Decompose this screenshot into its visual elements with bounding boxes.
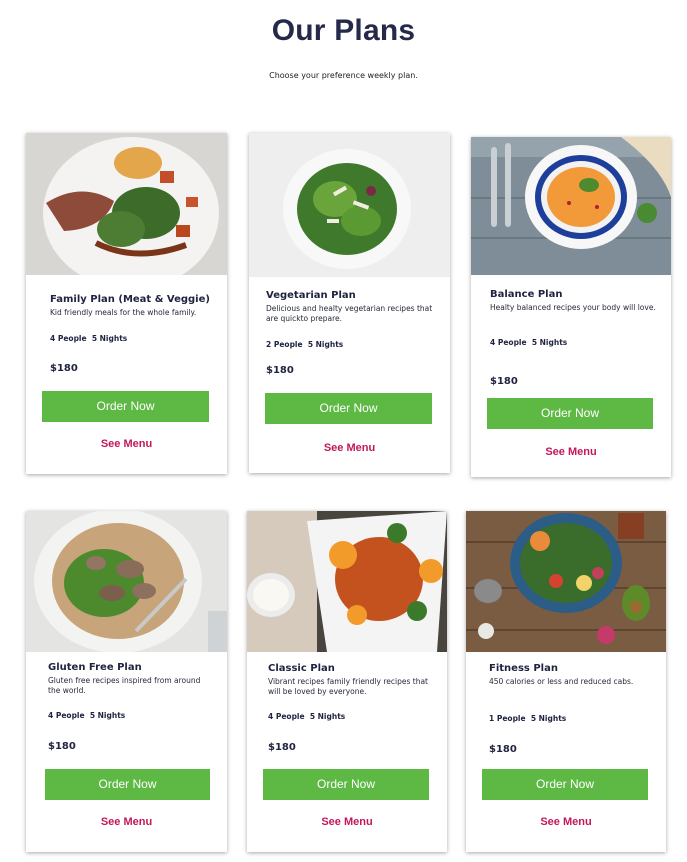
see-menu-link[interactable]: See Menu [247,816,447,828]
plan-name: Classic Plan [268,663,335,674]
people-count: 2 People [266,340,303,349]
plan-card-fitness: Fitness Plan 450 calories or less and re… [466,511,666,852]
plan-price: $180 [50,363,78,374]
plan-meta: 2 People 5 Nights [266,340,343,349]
balance-plan-photo [471,137,671,275]
page-title: Our Plans [271,14,416,47]
plan-meta: 4 People 5 Nights [490,338,567,347]
plan-description: Delicious and healty vegetarian recipes … [266,304,433,323]
plan-description: Vibrant recipes family friendly recipes … [268,677,428,696]
see-menu-link[interactable]: See Menu [471,446,671,458]
plan-price: $180 [266,365,294,376]
people-count: 4 People [490,338,527,347]
plan-name: Gluten Free Plan [48,662,142,673]
page-subtitle: Choose your preference weekly plan. [269,71,418,80]
plan-card-gluten-free: Gluten Free Plan Gluten free recipes ins… [26,511,227,852]
nights-count: 5 Nights [307,340,344,349]
order-now-button[interactable]: Order Now [45,769,210,800]
plan-name: Family Plan (Meat & Veggie) [50,294,210,305]
plan-description: Gluten free recipes inspired from around… [48,676,201,695]
plan-meta: 4 People 5 Nights [268,712,345,721]
plan-card-classic: Classic Plan Vibrant recipes family frie… [247,511,447,852]
see-menu-link[interactable]: See Menu [26,438,227,450]
plan-name: Fitness Plan [489,663,558,674]
nights-count: 5 Nights [309,712,346,721]
plan-name: Balance Plan [490,289,563,300]
see-menu-link[interactable]: See Menu [26,816,227,828]
people-count: 4 People [268,712,305,721]
see-menu-link[interactable]: See Menu [466,816,666,828]
plan-meta: 4 People 5 Nights [50,334,127,343]
plan-card-family: Family Plan (Meat & Veggie) Kid friendly… [26,133,227,474]
plan-price: $180 [48,741,76,752]
plan-card-vegetarian: Vegetarian Plan Delicious and healty veg… [249,133,450,473]
see-menu-link[interactable]: See Menu [249,442,450,454]
plan-price: $180 [268,742,296,753]
plan-name: Vegetarian Plan [266,290,356,301]
order-now-button[interactable]: Order Now [487,398,653,429]
order-now-button[interactable]: Order Now [42,391,209,422]
plan-description: Kid friendly meals for the whole family. [50,308,197,317]
people-count: 4 People [50,334,87,343]
nights-count: 5 Nights [89,711,126,720]
family-plan-photo [26,133,227,275]
plan-card-balance: Balance Plan Healty balanced recipes you… [471,137,671,477]
vegetarian-plan-photo [249,133,450,277]
plan-meta: 4 People 5 Nights [48,711,125,720]
gluten-free-plan-photo [26,511,227,652]
plan-price: $180 [489,744,517,755]
classic-plan-photo [247,511,447,652]
order-now-button[interactable]: Order Now [265,393,432,424]
plan-description: 450 calories or less and reduced cabs. [489,677,634,686]
people-count: 4 People [48,711,85,720]
people-count: 1 People [489,714,526,723]
plan-description: Healty balanced recipes your body will l… [490,303,656,312]
order-now-button[interactable]: Order Now [263,769,429,800]
plan-meta: 1 People 5 Nights [489,714,566,723]
nights-count: 5 Nights [531,338,568,347]
nights-count: 5 Nights [91,334,128,343]
order-now-button[interactable]: Order Now [482,769,648,800]
fitness-plan-photo [466,511,666,652]
nights-count: 5 Nights [530,714,567,723]
plan-price: $180 [490,376,518,387]
